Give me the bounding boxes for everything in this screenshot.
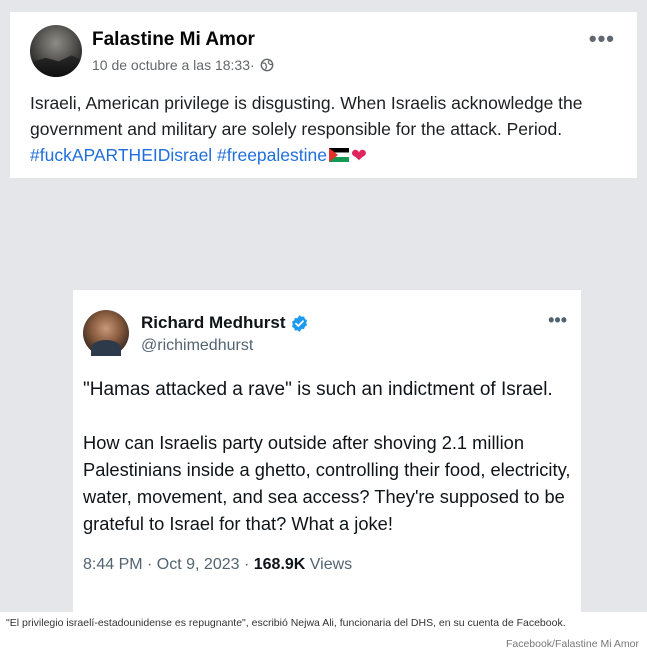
tweet-views-count: 168.9K	[253, 556, 306, 573]
meta-separator: ·	[250, 57, 255, 73]
image-caption: "El privilegio israelí-estadounidense es…	[6, 617, 566, 629]
tweet-more-icon: •••	[548, 310, 567, 330]
tweet-paragraph-2: How can Israelis party outside after sho…	[83, 432, 571, 534]
palestine-flag-icon	[329, 148, 349, 162]
embedded-tweet: Richard Medhurst @richimedhurst ••• "Ham…	[73, 290, 581, 612]
image-credit: Facebook/Falastine Mi Amor	[505, 638, 639, 650]
tweet-meta: 8:44 PM · Oct 9, 2023 · 168.9K Views	[83, 556, 352, 574]
tweet-handle: @richimedhurst	[141, 337, 254, 354]
page-avatar[interactable]	[30, 25, 82, 77]
post-text: Israeli, American privilege is disgustin…	[30, 93, 583, 139]
tweet-time: 8:44 PM · Oct 9, 2023 ·	[83, 556, 254, 573]
post-hashtags[interactable]: #fuckAPARTHEIDisrael #freepalestine	[30, 145, 327, 165]
globe-icon	[260, 58, 274, 72]
verified-badge-icon	[291, 314, 307, 332]
post-timestamp[interactable]: 10 de octubre a las 18:33	[92, 57, 250, 73]
tweet-author-name: Richard Medhurst	[141, 313, 286, 332]
tweet-paragraph-1: "Hamas attacked a rave" is such an indic…	[83, 379, 553, 400]
facebook-screenshot: Falastine Mi Amor 10 de octubre a las 18…	[0, 0, 647, 612]
page-name[interactable]: Falastine Mi Amor	[92, 29, 255, 51]
tweet-views-label: Views	[305, 556, 353, 573]
tweet-author: Richard Medhurst	[141, 313, 309, 333]
facebook-post: Falastine Mi Amor 10 de octubre a las 18…	[10, 12, 637, 178]
more-horizontal-icon[interactable]: •••	[589, 28, 615, 50]
post-body: Israeli, American privilege is disgustin…	[30, 90, 630, 170]
post-meta: 10 de octubre a las 18:33 ·	[92, 57, 274, 73]
red-heart-icon: ❤	[351, 146, 367, 167]
tweet-avatar	[83, 310, 129, 356]
